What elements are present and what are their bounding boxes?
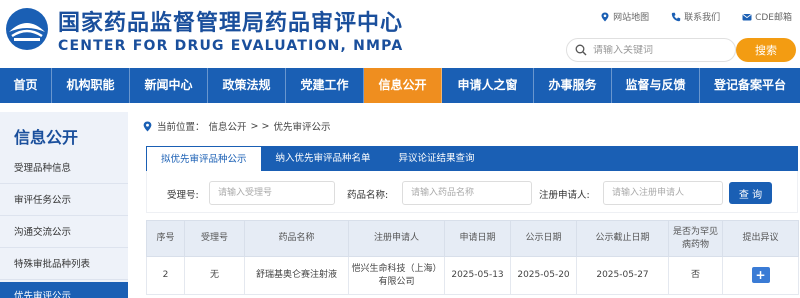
cell-deadline: 2025-05-27 — [576, 256, 669, 295]
sidebar-item-communication[interactable]: 沟通交流公示 — [0, 218, 128, 248]
col-header-drug-name: 药品名称 — [244, 220, 349, 257]
tab-included-priority[interactable]: 纳入优先审评品种名单 — [262, 146, 385, 171]
sidebar-item-review-tasks[interactable]: 审评任务公示 — [0, 186, 128, 216]
breadcrumb-separator: > > — [250, 120, 270, 132]
col-header-deadline: 公示截止日期 — [576, 220, 669, 257]
mail-label: CDE邮箱 — [755, 13, 792, 23]
col-header-applicant: 注册申请人 — [348, 220, 445, 257]
applicant-input[interactable] — [603, 181, 723, 205]
col-header-rare-disease: 是否为罕见病药物 — [668, 220, 723, 257]
sidebar: 信息公开 受理品种信息 审评任务公示 沟通交流公示 特殊审批品种列表 优先审评公… — [0, 112, 128, 298]
sidebar-title: 信息公开 — [14, 128, 79, 147]
nav-item-applicant-window[interactable]: 申请人之窗 — [442, 68, 534, 103]
nav-item-info-disclosure[interactable]: 信息公开 — [364, 68, 442, 103]
cell-applicant: 恺兴生命科技（上海）有限公司 — [348, 256, 445, 295]
sitemap-label: 网站地图 — [613, 13, 650, 23]
cde-page: 国家药品监督管理局药品审评中心 CENTER FOR DRUG EVALUATI… — [0, 0, 800, 298]
mail-link[interactable]: CDE邮箱 — [742, 10, 792, 23]
applicant-label: 注册申请人: — [539, 190, 590, 201]
cde-logo — [6, 8, 48, 50]
col-header-apply-date: 申请日期 — [444, 220, 511, 257]
cell-apply-date: 2025-05-13 — [444, 256, 511, 295]
table-row: 2 无 舒瑞基奥仑赛注射液 恺兴生命科技（上海）有限公司 2025-05-13 … — [146, 256, 799, 295]
nav-item-feedback[interactable]: 监督与反馈 — [612, 68, 700, 103]
nav-item-registration[interactable]: 登记备案平台 — [700, 68, 800, 103]
cell-rare-disease: 否 — [668, 256, 723, 295]
nav-item-services[interactable]: 办事服务 — [534, 68, 612, 103]
sidebar-item-special-approval[interactable]: 特殊审批品种列表 — [0, 250, 128, 280]
sidebar-item-priority-review[interactable]: 优先审评公示 — [0, 282, 128, 298]
nav-item-functions[interactable]: 机构职能 — [52, 68, 130, 103]
site-title-en: CENTER FOR DRUG EVALUATION, NMPA — [58, 38, 404, 54]
col-header-objection: 提出异议 — [722, 220, 799, 257]
cell-publish-date: 2025-05-20 — [510, 256, 577, 295]
nav-item-policy[interactable]: 政策法规 — [208, 68, 286, 103]
search-box — [566, 38, 736, 62]
site-header: 国家药品监督管理局药品审评中心 CENTER FOR DRUG EVALUATI… — [0, 0, 800, 68]
nav-item-home[interactable]: 首页 — [0, 68, 52, 103]
mail-icon — [742, 13, 752, 20]
cell-no: 2 — [146, 256, 185, 295]
tab-objection-results[interactable]: 异议论证结果查询 — [385, 146, 489, 171]
filter-bar: 受理号: 药品名称: 注册申请人: 查 询 — [146, 171, 798, 213]
sidebar-item-accepted[interactable]: 受理品种信息 — [0, 154, 128, 184]
location-pin-icon — [143, 121, 152, 131]
search-input[interactable] — [593, 44, 723, 56]
tab-bar: 拟优先审评品种公示 纳入优先审评品种名单 异议论证结果查询 — [146, 146, 798, 171]
breadcrumb-prefix: 当前位置： — [157, 122, 205, 133]
accept-no-label: 受理号: — [167, 190, 199, 201]
col-header-no: 序号 — [146, 220, 185, 257]
drug-name-label: 药品名称: — [347, 190, 389, 201]
raise-objection-button[interactable]: + — [751, 267, 770, 284]
nav-item-party[interactable]: 党建工作 — [286, 68, 364, 103]
top-links: 网站地图 联系我们 CDE邮箱 — [600, 10, 792, 23]
tab-proposed-priority[interactable]: 拟优先审评品种公示 — [146, 146, 262, 171]
breadcrumb-home[interactable]: 信息公开 — [209, 119, 247, 133]
nav-item-news[interactable]: 新闻中心 — [130, 68, 208, 103]
col-header-accept-no: 受理号 — [184, 220, 245, 257]
col-header-publish-date: 公示日期 — [510, 220, 577, 257]
sitemap-link[interactable]: 网站地图 — [600, 10, 649, 23]
cell-objection: + — [722, 256, 799, 295]
cell-accept-no: 无 — [184, 256, 245, 295]
main-nav: 首页 机构职能 新闻中心 政策法规 党建工作 信息公开 申请人之窗 办事服务 监… — [0, 68, 800, 103]
priority-review-table: 序号 受理号 药品名称 注册申请人 申请日期 公示日期 公示截止日期 是否为罕见… — [146, 220, 799, 295]
contact-link[interactable]: 联系我们 — [671, 10, 720, 23]
drug-name-input[interactable] — [402, 181, 532, 205]
location-pin-icon — [601, 12, 609, 21]
accept-no-input[interactable] — [209, 181, 335, 205]
search-icon — [575, 44, 587, 56]
breadcrumb-current: 优先审评公示 — [273, 122, 331, 133]
query-button[interactable]: 查 询 — [729, 182, 772, 204]
phone-icon — [671, 12, 681, 21]
contact-label: 联系我们 — [684, 13, 721, 23]
table-header-row: 序号 受理号 药品名称 注册申请人 申请日期 公示日期 公示截止日期 是否为罕见… — [146, 220, 799, 257]
breadcrumb: 当前位置： 信息公开 > > 优先审评公示 — [142, 119, 331, 133]
search-button[interactable]: 搜索 — [736, 38, 796, 62]
cell-drug-name: 舒瑞基奥仑赛注射液 — [244, 256, 349, 295]
site-title-cn: 国家药品监督管理局药品审评中心 — [58, 11, 404, 36]
